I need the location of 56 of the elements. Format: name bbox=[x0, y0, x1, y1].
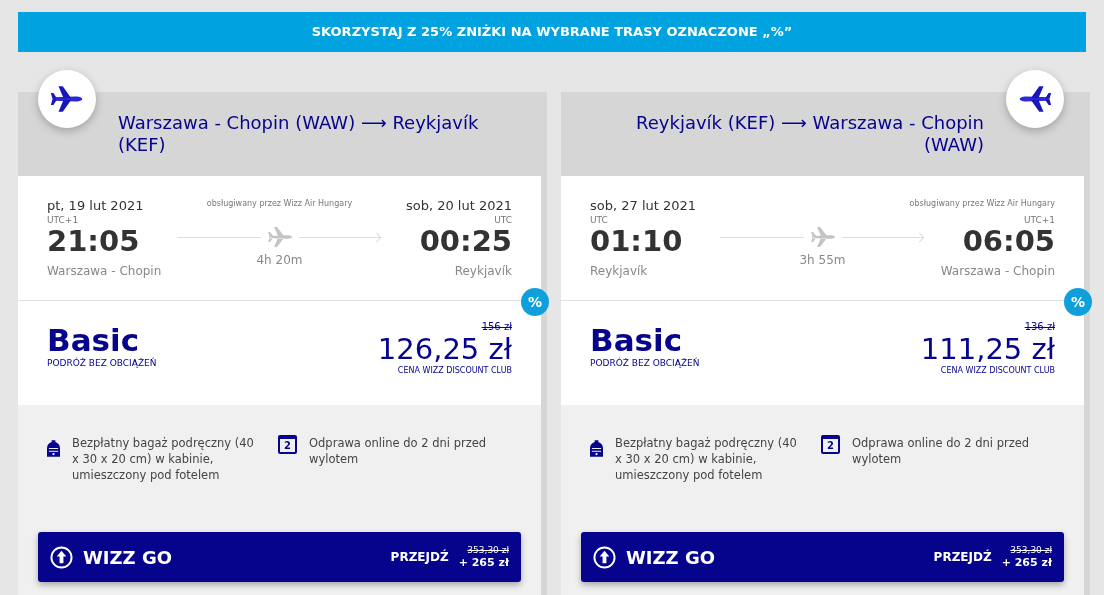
action-label: PRZEJDŹ bbox=[390, 548, 449, 566]
flight-date: sob, 20 lut 2021 bbox=[405, 198, 512, 214]
route-title: Warszawa - Chopin (WAW) ⟶ Reykjavík (KEF) bbox=[118, 112, 480, 156]
extra-price: + 265 zł bbox=[458, 556, 509, 570]
flight-duration: 3h 55m bbox=[799, 252, 846, 269]
feature-text: Bezpłatny bagaż podręczny (40 x 30 x 20 cm) w kabinie, umieszczony pod fotelem bbox=[615, 435, 798, 483]
airplane-icon bbox=[809, 225, 836, 249]
flight-time: 01:10 bbox=[590, 225, 683, 257]
timezone-label: UTC+1 bbox=[47, 215, 79, 225]
fare-name: Basic bbox=[590, 323, 682, 357]
old-price: 156 zł bbox=[481, 321, 512, 333]
upgrade-label: WIZZ GO bbox=[83, 545, 172, 570]
fare-name: Basic bbox=[47, 323, 139, 357]
fare-subtitle: PODRÓŻ BEZ OBCIĄŻEŃ bbox=[590, 357, 700, 370]
feature-text: Odprawa online do 2 dni przed wylotem bbox=[852, 435, 1031, 467]
backpack-icon bbox=[47, 439, 60, 458]
airplane-icon bbox=[1018, 85, 1052, 113]
backpack-icon bbox=[590, 439, 603, 458]
flight-date: sob, 27 lut 2021 bbox=[590, 198, 697, 214]
airport-name: Warszawa - Chopin bbox=[47, 263, 162, 279]
price-note: CENA WIZZ DISCOUNT CLUB bbox=[940, 365, 1055, 377]
old-price: 353,30 zł bbox=[1010, 544, 1052, 556]
flight-time: 06:05 bbox=[962, 225, 1055, 257]
old-price: 353,30 zł bbox=[467, 544, 509, 556]
arrow-up-icon bbox=[50, 545, 73, 569]
fare-price: 111,25 zł bbox=[920, 333, 1055, 365]
calendar-icon: 2 bbox=[821, 435, 840, 454]
flight-duration: 4h 20m bbox=[256, 252, 303, 269]
airport-name: Warszawa - Chopin bbox=[940, 263, 1055, 279]
operator-label: obsługiwany przez Wizz Air Hungary bbox=[206, 198, 353, 210]
feature-text: Bezpłatny bagaż podręczny (40 x 30 x 20 cm) w kabinie, umieszczony pod fotelem bbox=[72, 435, 255, 483]
old-price: 136 zł bbox=[1024, 321, 1055, 333]
fare-price: 126,25 zł bbox=[377, 333, 512, 365]
discount-badge: % bbox=[521, 288, 549, 316]
promo-banner: SKORZYSTAJ Z 25% ZNIŻKI NA WYBRANE TRASY OZNACZONE „%” bbox=[18, 12, 1086, 52]
airport-name: Reykjavík bbox=[454, 263, 512, 279]
discount-badge: % bbox=[1064, 288, 1092, 316]
extra-price: + 265 zł bbox=[1001, 556, 1052, 570]
timezone-label: UTC+1 bbox=[1023, 215, 1055, 225]
flight-time: 00:25 bbox=[419, 225, 512, 257]
fare-subtitle: PODRÓŻ BEZ OBCIĄŻEŃ bbox=[47, 357, 157, 370]
arrow-up-icon bbox=[593, 545, 616, 569]
airplane-icon bbox=[50, 85, 84, 113]
operator-label: obsługiwany przez Wizz Air Hungary bbox=[909, 198, 1055, 210]
route-title: Reykjavík (KEF) ⟶ Warszawa - Chopin (WAW) bbox=[635, 112, 984, 156]
price-note: CENA WIZZ DISCOUNT CLUB bbox=[397, 365, 512, 377]
airplane-icon bbox=[266, 225, 293, 249]
flight-date: pt, 19 lut 2021 bbox=[47, 198, 144, 214]
feature-text: Odprawa online do 2 dni przed wylotem bbox=[309, 435, 488, 467]
timezone-label: UTC bbox=[494, 215, 512, 225]
calendar-icon: 2 bbox=[278, 435, 297, 454]
timezone-label: UTC bbox=[590, 215, 608, 225]
airport-name: Reykjavík bbox=[590, 263, 648, 279]
flight-time: 21:05 bbox=[47, 225, 140, 257]
upgrade-label: WIZZ GO bbox=[626, 545, 715, 570]
action-label: PRZEJDŹ bbox=[933, 548, 992, 566]
